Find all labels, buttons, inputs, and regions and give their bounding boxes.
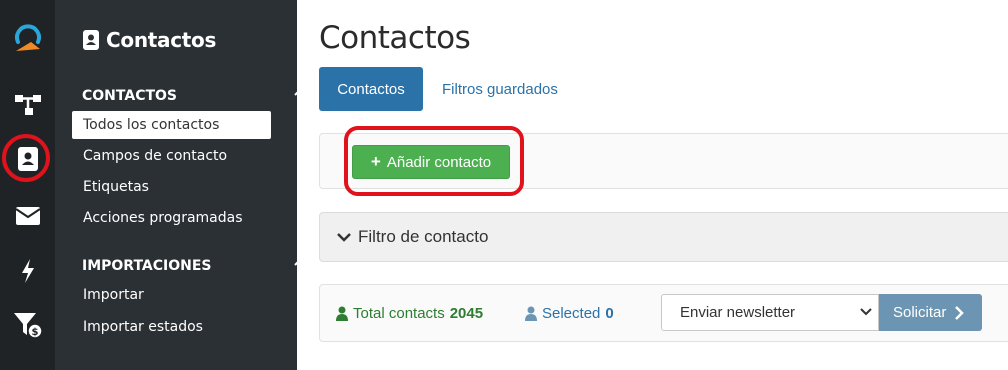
tab-contactos[interactable]: Contactos [319,67,423,111]
user-icon [336,306,348,321]
solicitar-label: Solicitar [893,304,947,321]
total-contacts-value: 2045 [449,305,484,322]
sidebar-item-importar-estados[interactable]: Importar estados [72,313,271,341]
filter-label: Filtro de contacto [358,227,489,246]
selected-contacts: Selected 0 [524,305,614,322]
sidebar-item-todos-los-contactos[interactable]: Todos los contactos [72,111,271,139]
sidebar-item-acciones-programadas[interactable]: Acciones programadas [72,204,271,232]
funnel-money-icon[interactable]: $ [0,311,55,339]
section-importaciones[interactable]: IMPORTACIONES [82,257,308,274]
highlight-box [344,126,524,196]
envelope-icon[interactable] [0,206,55,226]
contacts-card-icon [83,30,99,50]
total-contacts-label: Total contacts [353,305,445,322]
total-contacts: Total contacts 2045 [335,305,483,322]
sidebar-item-campos-de-contacto[interactable]: Campos de contacto [72,142,271,170]
sidebar-title: Contactos [82,28,216,52]
contacts-icon[interactable] [0,146,55,172]
section-label: IMPORTACIONES [82,258,212,274]
section-contactos[interactable]: CONTACTOS [82,87,308,104]
chevron-right-icon [955,305,965,320]
icon-rail: $ [0,0,55,370]
sidebar-item-importar[interactable]: Importar [72,281,271,309]
select-caret-icon [860,308,872,316]
section-label: CONTACTOS [82,88,177,104]
sidebar-title-text: Contactos [106,28,217,52]
solicitar-button[interactable]: Solicitar [879,294,982,331]
selected-contacts-label: Selected [542,305,601,322]
flow-icon[interactable] [0,93,55,117]
main-content: Contactos Contactos Filtros guardados + … [297,0,1008,370]
user-icon [525,306,537,321]
svg-text:$: $ [31,327,38,338]
logo-icon[interactable] [0,22,55,56]
action-select[interactable]: Enviar newsletter [661,294,879,331]
action-select-value: Enviar newsletter [680,304,796,321]
chevron-down-icon [337,233,351,242]
sidebar-item-etiquetas[interactable]: Etiquetas [72,173,271,201]
filter-toggle[interactable]: Filtro de contacto [337,227,488,247]
tab-filtros-guardados[interactable]: Filtros guardados [442,67,558,111]
page-title: Contactos [319,20,471,56]
sidebar: Contactos CONTACTOS Todos los contactos … [55,0,308,370]
bolt-icon[interactable] [0,258,55,284]
selected-contacts-value: 0 [605,305,614,322]
